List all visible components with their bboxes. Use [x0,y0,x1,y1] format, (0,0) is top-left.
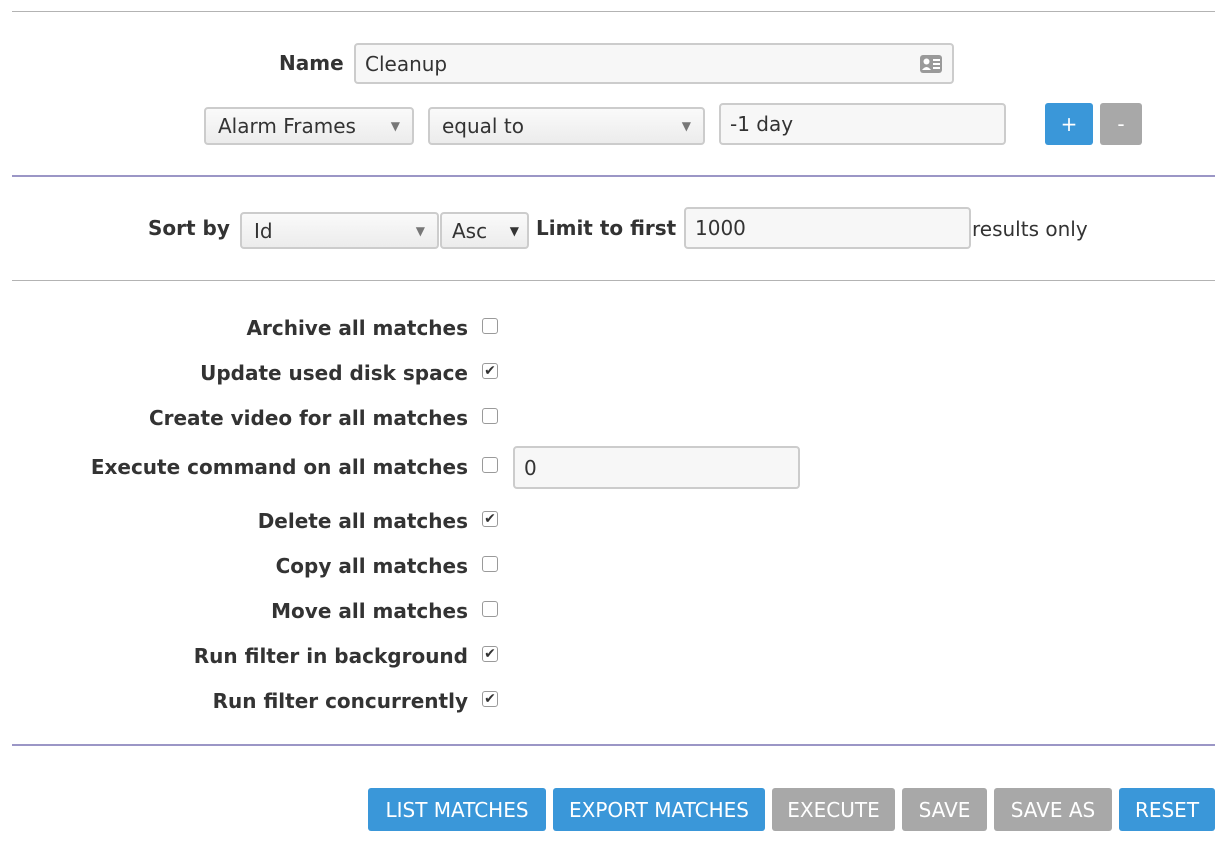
delete-label: Delete all matches [257,509,468,533]
execute-command-value: 0 [524,455,537,480]
remove-term-button[interactable]: - [1100,103,1142,145]
limit-label: Limit to first [536,216,677,240]
archive-checkbox[interactable] [482,318,498,334]
chevron-down-icon: ▼ [390,119,400,133]
sort-direction-select[interactable]: Asc ▼ [440,212,529,249]
update-disk-space-checkbox[interactable]: ✔ [482,363,498,379]
operator-select[interactable]: equal to ▼ [428,107,705,145]
name-input[interactable]: Cleanup [354,43,954,84]
sort-divider [12,280,1215,281]
check-icon: ✔ [484,646,496,662]
name-label: Name [279,51,344,75]
save-button[interactable]: SAVE [902,788,987,831]
update-disk-space-label: Update used disk space [200,361,468,385]
top-divider [12,11,1215,12]
move-checkbox[interactable] [482,601,498,617]
execute-command-checkbox[interactable] [482,457,498,473]
contact-card-icon [919,54,943,74]
create-video-label: Create video for all matches [148,406,468,430]
limit-suffix: results only [972,217,1088,241]
delete-checkbox[interactable]: ✔ [482,511,498,527]
add-term-button[interactable]: + [1045,103,1093,145]
background-checkbox[interactable]: ✔ [482,646,498,662]
sort-field-value: Id [254,218,273,243]
term-value-input[interactable]: -1 day [719,103,1006,145]
chevron-down-icon: ▼ [509,223,519,238]
archive-label: Archive all matches [246,316,468,340]
options-divider [12,744,1215,746]
attribute-select[interactable]: Alarm Frames ▼ [204,107,414,145]
concurrent-label: Run filter concurrently [212,689,468,713]
copy-checkbox[interactable] [482,556,498,572]
limit-input[interactable]: 1000 [684,207,971,249]
check-icon: ✔ [484,363,496,379]
export-matches-button[interactable]: EXPORT MATCHES [553,788,765,831]
execute-command-input[interactable]: 0 [513,446,800,489]
add-term-label: + [1060,112,1078,136]
terms-divider [12,175,1215,177]
sort-direction-value: Asc [452,218,488,243]
move-label: Move all matches [271,599,468,623]
limit-value: 1000 [695,216,746,240]
sort-by-label: Sort by [148,216,230,240]
attribute-select-value: Alarm Frames [218,114,356,138]
save-as-button[interactable]: SAVE AS [994,788,1112,831]
chevron-down-icon: ▼ [415,223,425,238]
execute-command-label: Execute command on all matches [90,455,468,479]
background-label: Run filter in background [193,644,468,668]
reset-button[interactable]: RESET [1119,788,1215,831]
list-matches-button[interactable]: LIST MATCHES [368,788,546,831]
operator-select-value: equal to [442,114,524,138]
chevron-down-icon: ▼ [681,119,691,133]
check-icon: ✔ [484,691,496,707]
copy-label: Copy all matches [275,554,468,578]
sort-field-select[interactable]: Id ▼ [240,212,439,249]
check-icon: ✔ [484,511,496,527]
create-video-checkbox[interactable] [482,408,498,424]
name-value: Cleanup [365,51,448,76]
remove-term-label: - [1117,112,1125,136]
concurrent-checkbox[interactable]: ✔ [482,691,498,707]
execute-button[interactable]: EXECUTE [772,788,895,831]
term-value: -1 day [730,112,794,136]
